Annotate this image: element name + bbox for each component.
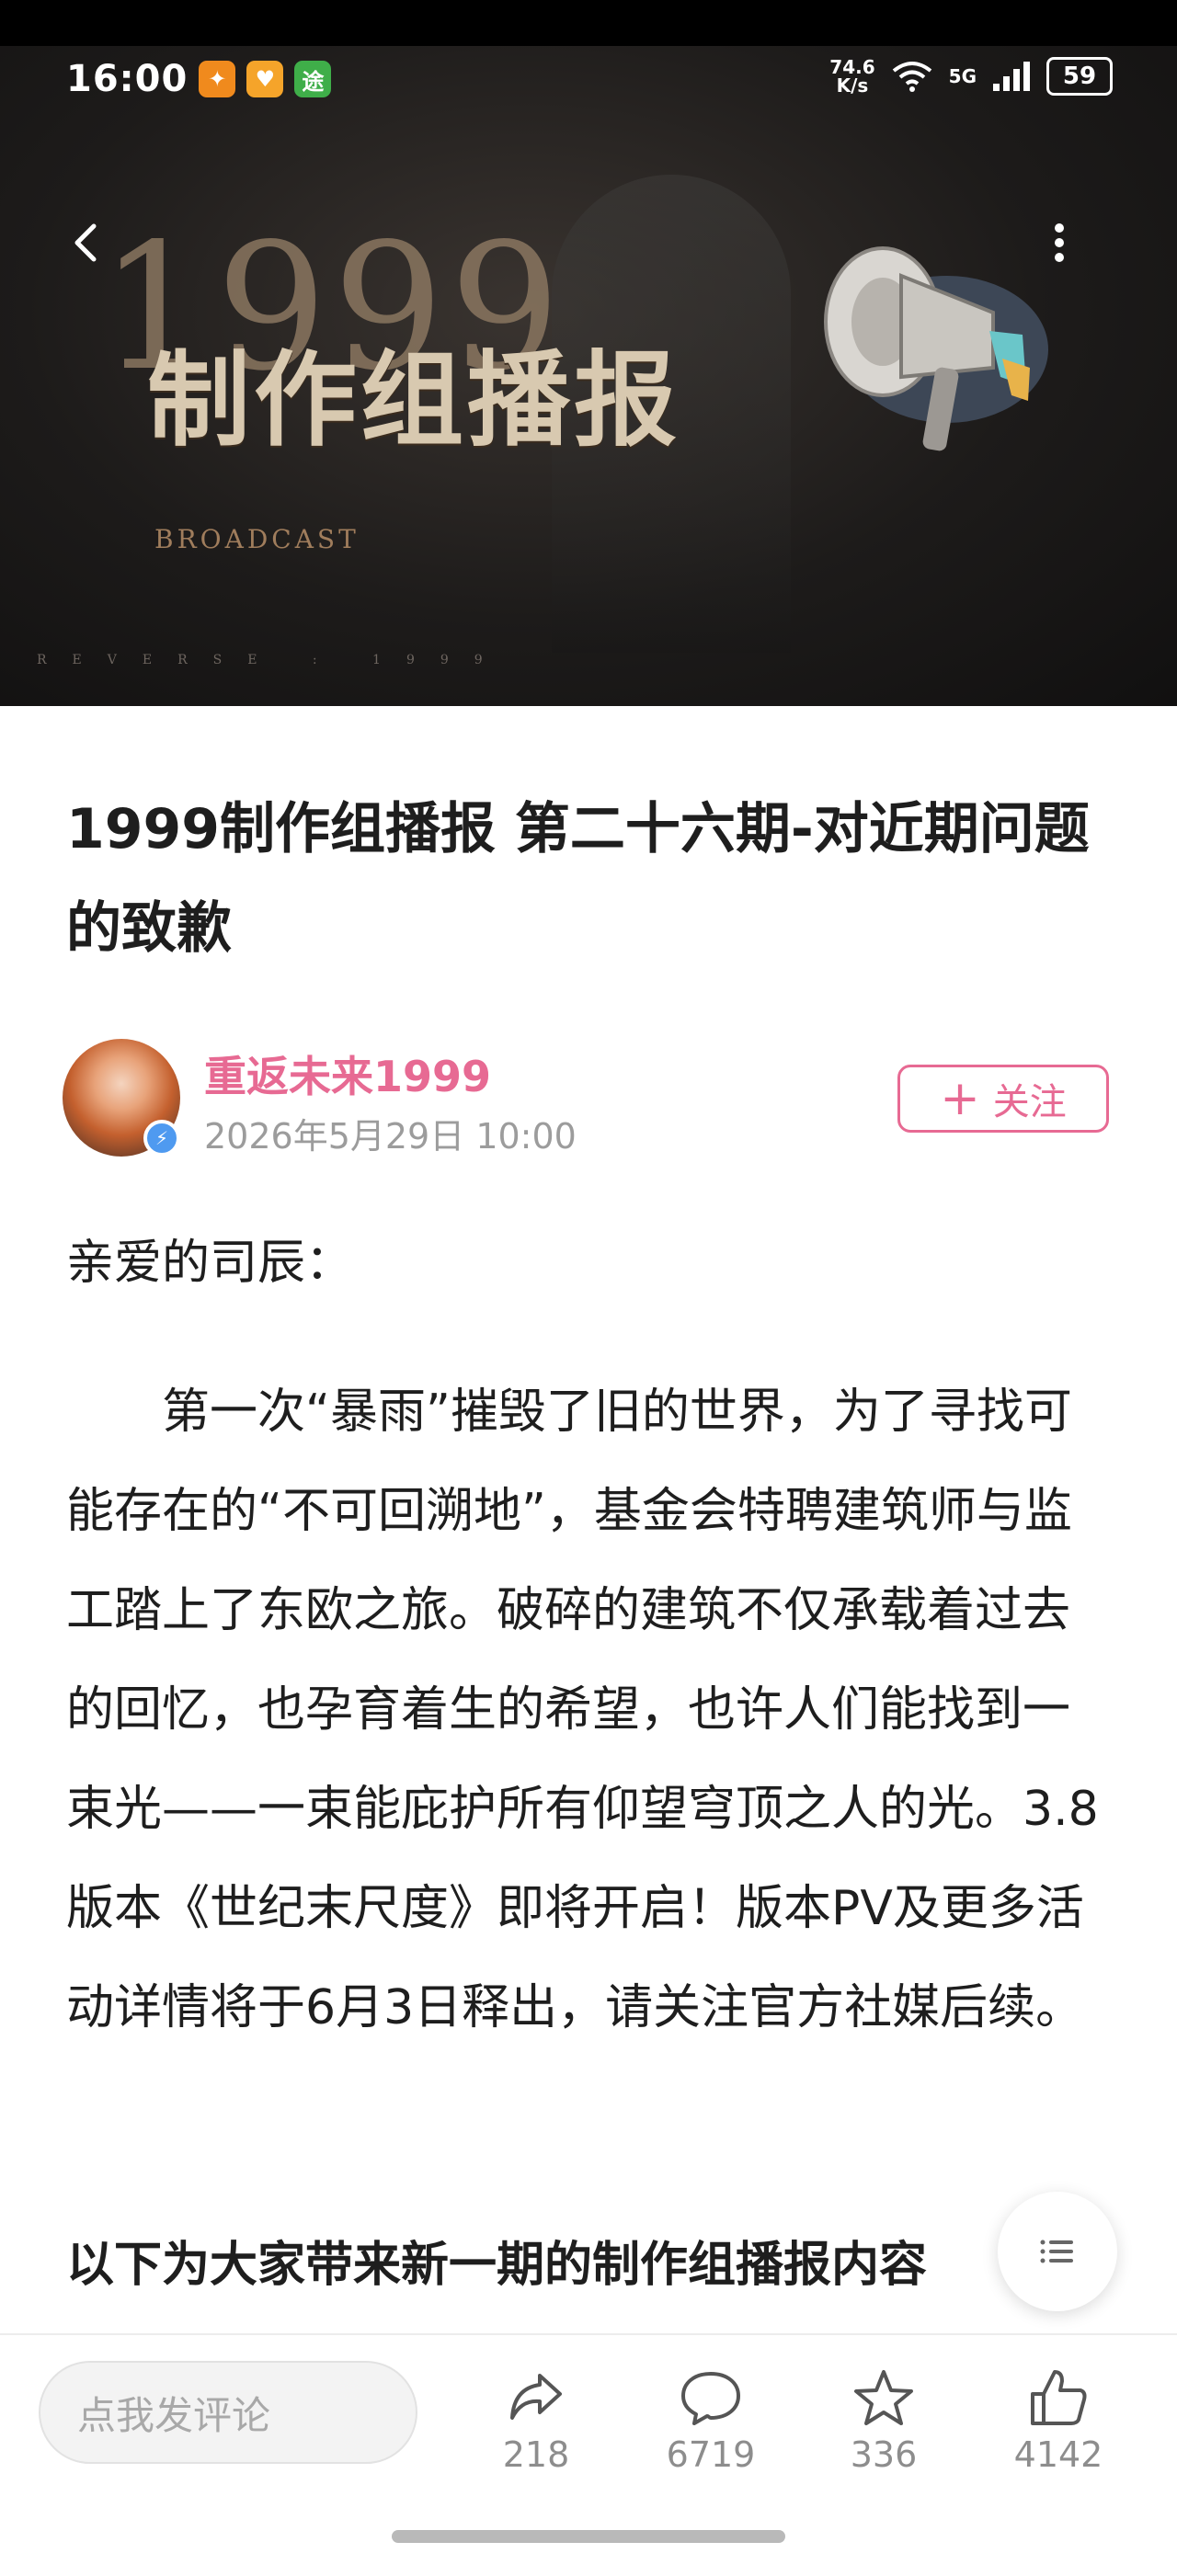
like-count: 4142: [1013, 2434, 1103, 2475]
network-type-label: 5G: [948, 65, 977, 87]
thumbs-up-icon: [1031, 2370, 1087, 2425]
wifi-icon: [892, 62, 931, 92]
header-banner: 1999 制作组播报 BROADCAST REVERSE : 1999: [0, 46, 1177, 706]
star-icon: [854, 2370, 913, 2425]
section-heading: 以下为大家带来新一期的制作组播报内容: [66, 2238, 928, 2293]
verified-badge-icon: ⚡: [143, 1120, 180, 1157]
share-icon: [510, 2374, 562, 2420]
favorite-button[interactable]: 336: [815, 2365, 953, 2475]
share-button[interactable]: 218: [467, 2365, 605, 2475]
banner-title: 制作组播报: [147, 341, 680, 461]
table-of-contents-button[interactable]: [998, 2192, 1117, 2311]
comment-button[interactable]: 6719: [642, 2365, 780, 2475]
favorite-count: 336: [850, 2434, 918, 2475]
status-time: 16:00: [66, 58, 189, 100]
heart-app-icon: ♥: [246, 61, 284, 97]
network-speed: 74.6 K/s: [829, 58, 874, 95]
megaphone-illustration-icon: [824, 246, 1048, 451]
battery-indicator: 59: [1046, 57, 1113, 96]
follow-button[interactable]: + 关注: [897, 1065, 1109, 1133]
banner-footer: REVERSE : 1999: [37, 653, 509, 667]
share-count: 218: [502, 2434, 570, 2475]
network-speed-unit: K/s: [836, 74, 869, 97]
follow-button-label: 关注: [992, 1081, 1067, 1123]
author-name[interactable]: 重返未来1999: [204, 1043, 491, 1104]
more-options-icon[interactable]: [1034, 217, 1085, 268]
list-icon: [1040, 2240, 1073, 2263]
greeting-text: 亲爱的司辰：: [66, 1236, 354, 1291]
comment-count: 6719: [666, 2434, 756, 2475]
post-date: 2026年5月29日 10:00: [204, 1116, 577, 1157]
status-left: 16:00 ✦ ♥ 途: [0, 53, 332, 105]
like-button[interactable]: 4142: [989, 2365, 1127, 2475]
home-indicator[interactable]: [392, 2530, 785, 2543]
article-paragraph: 第一次“暴雨”摧毁了旧的世界，为了寻找可能存在的“不可回溯地”，基金会特聘建筑师…: [66, 1385, 1099, 2035]
article-title: 1999制作组播报 第二十六期-对近期问题的致歉: [66, 797, 1090, 961]
status-bar: [0, 0, 1177, 46]
tuniu-app-icon: 途: [294, 61, 332, 97]
app-notification-icon: ✦: [199, 61, 236, 97]
comment-placeholder: 点我发评论: [77, 2392, 271, 2438]
plus-icon: +: [940, 1071, 980, 1126]
signal-strength-icon: [993, 62, 1030, 91]
comment-input[interactable]: 点我发评论: [39, 2361, 417, 2464]
banner-subtitle: BROADCAST: [154, 524, 360, 554]
network-speed-value: 74.6: [829, 56, 875, 78]
back-icon[interactable]: [61, 217, 112, 268]
status-right: 74.6 K/s 5G 59: [829, 57, 1113, 96]
comment-icon: [681, 2372, 740, 2425]
